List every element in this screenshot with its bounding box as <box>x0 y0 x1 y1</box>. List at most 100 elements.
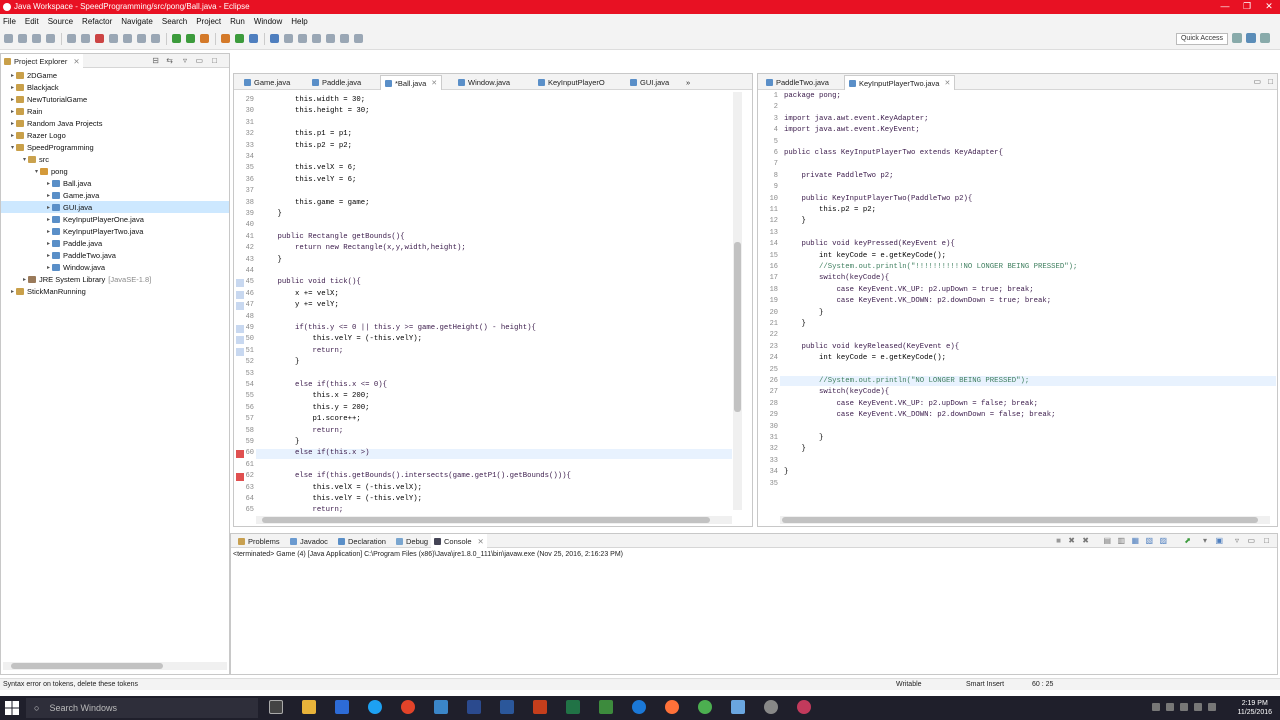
disconnect-icon[interactable] <box>109 34 118 43</box>
close-button[interactable]: ✕ <box>1258 0 1280 14</box>
steam-icon[interactable] <box>467 700 481 714</box>
debug-icon[interactable] <box>172 34 181 43</box>
scroll-thumb[interactable] <box>11 663 163 669</box>
code-line[interactable]: case KeyEvent.VK_DOWN: p2.downDown = tru… <box>784 297 1052 305</box>
error-marker-icon[interactable] <box>236 450 244 459</box>
code-line[interactable]: } <box>260 256 282 264</box>
collapsed-arrow-icon[interactable]: ▸ <box>45 264 52 271</box>
step-into-icon[interactable] <box>123 34 132 43</box>
code-line[interactable]: public void tick(){ <box>260 278 361 286</box>
change-marker-icon[interactable] <box>236 347 244 356</box>
collapsed-arrow-icon[interactable]: ▸ <box>45 192 52 199</box>
minimize-icon[interactable]: ▭ <box>1253 77 1261 86</box>
expanded-arrow-icon[interactable]: ▾ <box>21 156 28 163</box>
code-area-right[interactable]: 1 package pong; 2 3 import java.awt.event.Ke… <box>758 92 1268 512</box>
code-line[interactable]: switch(keyCode){ <box>784 274 889 282</box>
code-line[interactable]: } <box>260 210 282 218</box>
code-line[interactable]: this.width = 30; <box>260 96 365 104</box>
collapsed-arrow-icon[interactable]: ▸ <box>9 120 16 127</box>
tree-item[interactable]: ▸ 2DGame <box>1 69 229 81</box>
code-line[interactable]: public Rectangle getBounds(){ <box>260 233 405 241</box>
tray-chevron-icon[interactable] <box>1152 703 1160 711</box>
code-line[interactable]: } <box>784 445 806 453</box>
code-area-left[interactable]: 29 this.width = 30; 30 this.height = 30; 3… <box>234 96 734 516</box>
tab-javadoc[interactable]: Javadoc <box>287 534 331 548</box>
tabs-overflow[interactable]: » <box>682 75 694 90</box>
collapsed-arrow-icon[interactable]: ▸ <box>45 204 52 211</box>
terminate-icon[interactable] <box>95 34 104 43</box>
code-line[interactable]: public void keyReleased(KeyEvent e){ <box>784 343 960 351</box>
scroll-thumb[interactable] <box>782 517 1258 523</box>
save-all-icon[interactable] <box>32 34 41 43</box>
external-tools-icon[interactable] <box>200 34 209 43</box>
code-line[interactable]: import java.awt.event.KeyAdapter; <box>784 115 929 123</box>
code-line[interactable]: switch(keyCode){ <box>784 388 889 396</box>
next-annotation-icon[interactable] <box>312 34 321 43</box>
change-marker-icon[interactable] <box>236 290 244 299</box>
editor-hscrollbar-right[interactable] <box>780 516 1270 524</box>
code-line[interactable]: int keyCode = e.getKeyCode(); <box>784 252 946 260</box>
skype-icon[interactable] <box>368 700 382 714</box>
tab-declaration[interactable]: Declaration <box>335 534 389 548</box>
code-line[interactable]: case KeyEvent.VK_UP: p2.upDown = false; … <box>784 400 1038 408</box>
minimize-icon[interactable]: ▭ <box>195 56 203 65</box>
app-icon[interactable] <box>434 700 448 714</box>
menu-search[interactable]: Search <box>162 17 187 26</box>
minimize-icon[interactable]: ▭ <box>1247 536 1255 545</box>
volume-icon[interactable] <box>1194 703 1202 711</box>
word-wrap-icon[interactable]: ▦ <box>1131 536 1139 545</box>
tree-item[interactable]: ▸ Rain <box>1 105 229 117</box>
collapsed-arrow-icon[interactable]: ▸ <box>45 240 52 247</box>
tree-item[interactable]: ▸ KeyInputPlayerTwo.java <box>1 225 229 237</box>
link-editor-icon[interactable]: ⇆ <box>166 56 173 65</box>
pin-console-icon[interactable]: ⬈ <box>1184 536 1191 545</box>
code-line[interactable]: } <box>260 358 299 366</box>
code-line[interactable]: this.velX = 6; <box>260 164 356 172</box>
terminate-icon[interactable]: ■ <box>1056 536 1061 545</box>
menu-window[interactable]: Window <box>254 17 282 26</box>
menu-help[interactable]: Help <box>291 17 307 26</box>
new-class-icon[interactable] <box>249 34 258 43</box>
collapsed-arrow-icon[interactable]: ▸ <box>9 108 16 115</box>
code-line[interactable]: case KeyEvent.VK_DOWN: p2.downDown = fal… <box>784 411 1056 419</box>
code-line[interactable]: int keyCode = e.getKeyCode(); <box>784 354 946 362</box>
run-icon[interactable] <box>186 34 195 43</box>
view-menu-icon[interactable]: ▿ <box>1235 536 1239 545</box>
tree-item[interactable]: ▸ Random Java Projects <box>1 117 229 129</box>
open-type-icon[interactable] <box>270 34 279 43</box>
collapsed-arrow-icon[interactable]: ▸ <box>45 180 52 187</box>
code-line[interactable]: return new Rectangle(x,y,width,height); <box>260 244 466 252</box>
show-on-error-icon[interactable]: ▨ <box>1159 536 1167 545</box>
tree-item[interactable]: ▸ GUI.java <box>1 201 229 213</box>
show-on-output-icon[interactable]: ▧ <box>1145 536 1153 545</box>
clear-console-icon[interactable]: ▤ <box>1103 536 1111 545</box>
collapse-all-icon[interactable]: ⊟ <box>152 56 159 65</box>
editor-hscrollbar-left[interactable] <box>256 516 732 524</box>
editor-vscrollbar-left[interactable] <box>733 92 742 510</box>
chrome-icon[interactable] <box>698 700 712 714</box>
code-line[interactable]: } <box>784 309 823 317</box>
print-icon[interactable] <box>46 34 55 43</box>
code-line[interactable]: } <box>784 434 823 442</box>
code-line[interactable]: this.velY = (-this.velY); <box>260 335 423 343</box>
code-line[interactable]: x += velX; <box>260 290 339 298</box>
menu-edit[interactable]: Edit <box>25 17 39 26</box>
tray-app-icon[interactable] <box>1166 703 1174 711</box>
open-perspective-icon[interactable] <box>1232 33 1242 43</box>
tab-paddle-java[interactable]: Paddle.java <box>308 75 365 90</box>
code-line[interactable]: } <box>784 320 806 328</box>
toggle-mark-occurrences-icon[interactable] <box>298 34 307 43</box>
tree-item[interactable]: ▸ Game.java <box>1 189 229 201</box>
search-icon[interactable] <box>284 34 293 43</box>
scroll-lock-icon[interactable]: ▥ <box>1117 536 1125 545</box>
code-line[interactable]: //System.out.println("NO LONGER BEING PR… <box>784 377 1029 385</box>
tree-item[interactable]: ▸ Razer Logo <box>1 129 229 141</box>
taskbar-search[interactable]: ○ Search Windows <box>26 698 258 718</box>
code-line[interactable]: this.game = game; <box>260 199 369 207</box>
code-line[interactable]: this.p2 = p2; <box>260 142 352 150</box>
collapsed-arrow-icon[interactable]: ▸ <box>9 96 16 103</box>
change-marker-icon[interactable] <box>236 279 244 288</box>
remove-all-icon[interactable]: ✖ <box>1082 536 1089 545</box>
menu-run[interactable]: Run <box>230 17 245 26</box>
tree-item[interactable]: ▾ src <box>1 153 229 165</box>
